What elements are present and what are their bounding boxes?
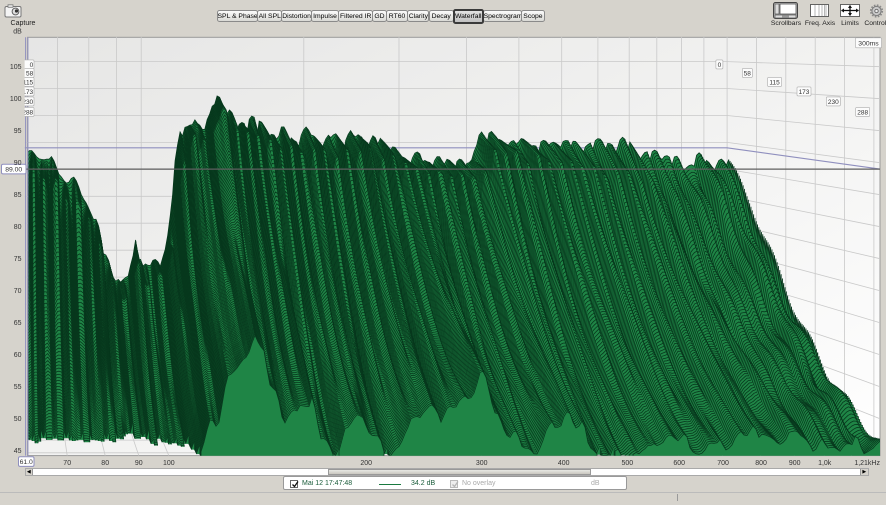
svg-text:700: 700 (717, 460, 729, 467)
svg-text:105: 105 (10, 64, 22, 71)
svg-text:0: 0 (718, 62, 722, 69)
svg-text:1,0k: 1,0k (818, 460, 832, 467)
svg-text:1,21kHz: 1,21kHz (854, 460, 880, 467)
svg-text:115: 115 (23, 79, 34, 86)
svg-text:230: 230 (828, 99, 839, 106)
svg-text:70: 70 (14, 288, 22, 295)
svg-text:173: 173 (799, 89, 810, 96)
svg-text:288: 288 (857, 109, 868, 116)
svg-text:400: 400 (558, 460, 570, 467)
svg-text:60: 60 (14, 352, 22, 359)
svg-text:65: 65 (14, 320, 22, 327)
svg-text:0: 0 (30, 62, 34, 69)
svg-text:50: 50 (14, 416, 22, 423)
svg-text:90: 90 (135, 460, 143, 467)
svg-text:89.00: 89.00 (5, 167, 22, 174)
svg-text:230: 230 (22, 99, 33, 106)
svg-text:58: 58 (744, 70, 752, 77)
svg-text:80: 80 (14, 224, 22, 231)
svg-text:90: 90 (14, 160, 22, 167)
svg-text:300: 300 (476, 460, 488, 467)
svg-text:75: 75 (14, 256, 22, 263)
svg-text:288: 288 (22, 109, 33, 116)
svg-text:200: 200 (360, 460, 372, 467)
svg-text:100: 100 (163, 460, 175, 467)
svg-text:58: 58 (26, 70, 34, 77)
svg-text:45: 45 (14, 448, 22, 455)
svg-text:55: 55 (14, 384, 22, 391)
svg-text:85: 85 (14, 192, 22, 199)
svg-text:800: 800 (755, 460, 767, 467)
svg-text:300ms: 300ms (858, 40, 879, 47)
svg-text:95: 95 (14, 128, 22, 135)
svg-text:61.0: 61.0 (20, 459, 33, 466)
svg-text:80: 80 (101, 460, 109, 467)
svg-text:dB: dB (13, 29, 22, 36)
svg-text:600: 600 (673, 460, 685, 467)
svg-text:173: 173 (22, 89, 33, 96)
svg-text:500: 500 (621, 460, 633, 467)
svg-text:100: 100 (10, 96, 22, 103)
svg-text:900: 900 (789, 460, 801, 467)
svg-text:70: 70 (63, 460, 71, 467)
svg-text:115: 115 (769, 79, 780, 86)
